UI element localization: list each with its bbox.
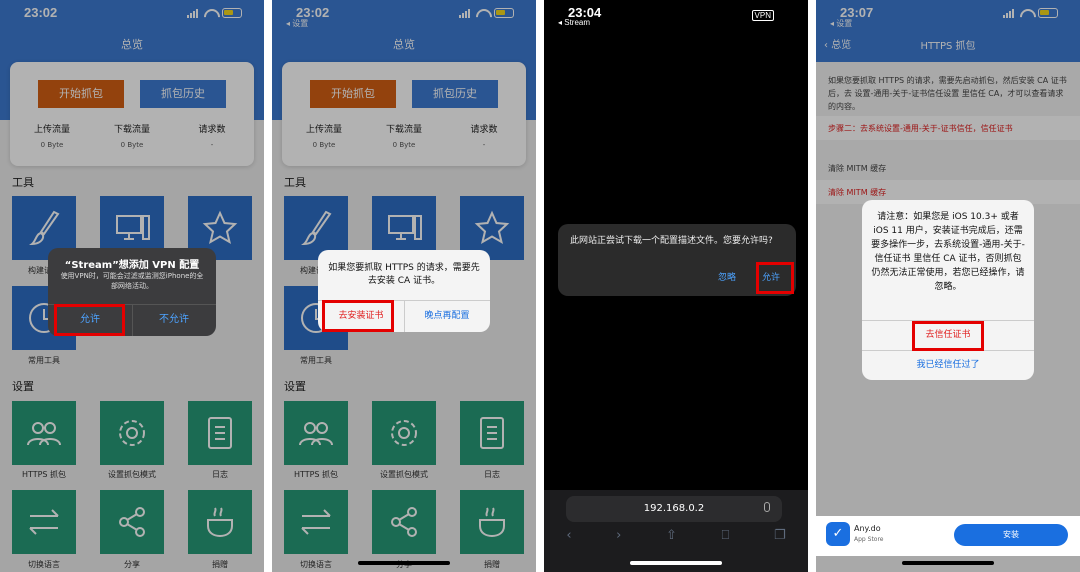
configure-later-button[interactable]: 晚点再配置: [404, 300, 490, 332]
highlight-box: [912, 321, 984, 351]
home-indicator: [902, 561, 994, 565]
back-to-stream-link[interactable]: ◂ Stream: [558, 18, 590, 27]
screen-vpn-permission: 总览 23:02 开始抓包 抓包历史 上传流量 0 Byte 下载流量 0 Byte…: [0, 0, 264, 572]
ad-store-label: App Store: [854, 536, 884, 543]
home-indicator: [358, 561, 450, 565]
ad-install-button[interactable]: 安装: [954, 524, 1068, 546]
vpn-deny-button[interactable]: 不允许: [132, 304, 216, 336]
url-text: 192.168.0.2: [643, 503, 705, 514]
vpn-badge: VPN: [751, 10, 774, 21]
address-bar[interactable]: 192.168.0.2: [566, 496, 782, 522]
ad-banner[interactable]: ✓ Any.do App Store 安装: [816, 516, 1080, 556]
https-alert-message: 如果您要抓取 HTTPS 的请求，需要先去安装 CA 证书。: [328, 263, 480, 286]
screen-https-settings: ‹ 总览 HTTPS 抓包 23:07 ◂ 设置 如果您要抓取 HTTPS 的请…: [816, 0, 1080, 572]
ignore-button[interactable]: 忽略: [718, 270, 736, 283]
vpn-alert-title: “Stream”想添加 VPN 配置: [64, 260, 200, 271]
already-trusted-button[interactable]: 我已经信任过了: [862, 350, 1034, 380]
highlight-box: [54, 304, 125, 336]
screen-safari-profile: 23:04 ◂ Stream VPN 此网站正尝试下载一个配置描述文件。您要允许…: [544, 0, 808, 572]
highlight-box: [756, 262, 794, 294]
ad-app-name: Any.do: [854, 524, 881, 533]
trust-alert-message: 请注意：如果您是 iOS 10.3+ 或者 iOS 11 用户，安装证书完成后，…: [871, 212, 1025, 292]
forward-arrow-icon[interactable]: ›: [616, 528, 621, 548]
back-arrow-icon[interactable]: ‹: [566, 528, 571, 548]
safari-toolbar: ‹ › ⇧ ⎕ ❐: [544, 528, 808, 548]
tabs-icon[interactable]: ❐: [774, 528, 786, 548]
microphone-icon[interactable]: [764, 502, 770, 512]
trust-alert: 请注意：如果您是 iOS 10.3+ 或者 iOS 11 用户，安装证书完成后，…: [862, 200, 1034, 380]
status-bar: 23:04 ◂ Stream VPN: [544, 0, 808, 27]
screen-https-prompt: 总览 23:02 ◂ 设置 开始抓包 抓包历史 上传流量 0 Byte 下载流量 0…: [272, 0, 536, 572]
share-icon[interactable]: ⇧: [666, 528, 677, 548]
profile-alert-message: 此网站正尝试下载一个配置描述文件。您要允许吗?: [570, 236, 773, 246]
bookmarks-icon[interactable]: ⎕: [722, 528, 730, 548]
highlight-box: [322, 300, 394, 332]
app-icon: ✓: [826, 522, 850, 546]
home-indicator: [630, 561, 722, 565]
vpn-alert-message: 使用VPN时，可能会过滤或监测您iPhone的全部网络活动。: [60, 272, 204, 290]
